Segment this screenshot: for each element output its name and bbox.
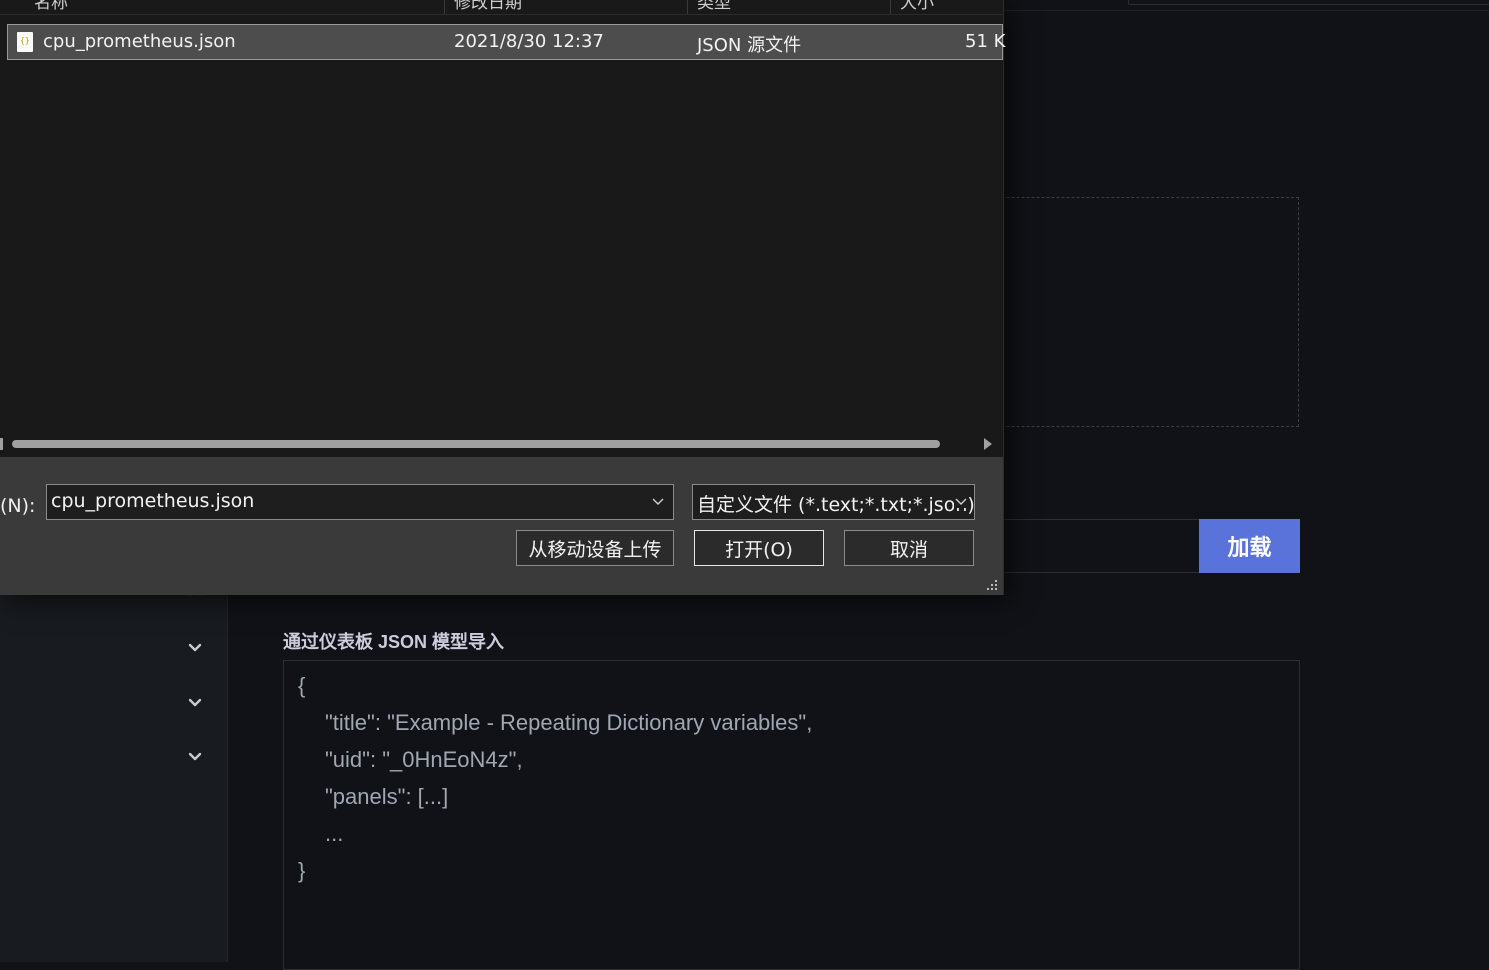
json-line: "uid": "_0HnEoN4z",	[325, 747, 523, 772]
chevron-down-icon[interactable]	[186, 747, 204, 765]
column-header-name[interactable]: 名称	[34, 0, 68, 13]
file-name: cpu_prometheus.json	[43, 31, 236, 52]
json-line: "panels": [...]	[325, 784, 449, 809]
json-file-icon	[17, 32, 33, 52]
filename-label: 名(N):	[0, 495, 36, 517]
column-separator[interactable]	[687, 0, 688, 14]
json-line: ...	[325, 821, 344, 846]
json-line: }	[298, 858, 306, 883]
file-modified-date: 2021/8/30 12:37	[454, 31, 604, 52]
column-header-type[interactable]: 类型	[697, 0, 731, 13]
chevron-down-icon[interactable]	[954, 494, 968, 508]
cancel-button[interactable]: 取消	[844, 530, 974, 566]
topbar-search-box[interactable]	[1128, 0, 1489, 5]
dialog-footer: 名(N): cpu_prometheus.json 自定义文件 (*.text;…	[0, 457, 1003, 595]
chevron-down-icon[interactable]	[186, 638, 204, 656]
column-header-modified[interactable]: 修改日期	[454, 0, 522, 13]
column-separator[interactable]	[444, 0, 445, 14]
file-open-dialog: 名称 修改日期 类型 大小 cpu_prometheus.json 2021/8…	[0, 0, 1006, 595]
file-size: 51 K	[965, 31, 1006, 52]
json-import-label: 通过仪表板 JSON 模型导入	[283, 632, 505, 652]
upload-from-mobile-button[interactable]: 从移动设备上传	[516, 530, 674, 566]
filename-value: cpu_prometheus.json	[51, 490, 255, 512]
load-button[interactable]: 加载	[1199, 519, 1300, 573]
json-model-textarea[interactable]: { "title": "Example - Repeating Dictiona…	[283, 660, 1300, 970]
file-list-row[interactable]: cpu_prometheus.json 2021/8/30 12:37 JSON…	[7, 24, 1006, 60]
horizontal-scrollbar-thumb[interactable]	[12, 440, 940, 448]
resize-grip-icon[interactable]	[986, 578, 998, 590]
column-separator[interactable]	[890, 0, 891, 14]
file-type-filter-select[interactable]: 自定义文件 (*.text;*.txt;*.json)	[692, 484, 975, 520]
scroll-right-arrow-icon[interactable]	[984, 438, 992, 450]
file-type-filter-value: 自定义文件 (*.text;*.txt;*.json)	[697, 494, 975, 516]
filename-input[interactable]: cpu_prometheus.json	[46, 484, 674, 520]
scroll-left-arrow-icon[interactable]	[0, 438, 3, 450]
file-type: JSON 源文件	[697, 35, 802, 56]
chevron-down-icon[interactable]	[186, 693, 204, 711]
file-list-header: 名称 修改日期 类型 大小	[0, 0, 1003, 15]
chevron-down-icon[interactable]	[651, 494, 665, 508]
json-line: {	[298, 673, 306, 698]
json-line: "title": "Example - Repeating Dictionary…	[325, 710, 813, 735]
column-header-size[interactable]: 大小	[900, 0, 934, 13]
open-button[interactable]: 打开(O)	[694, 530, 824, 566]
